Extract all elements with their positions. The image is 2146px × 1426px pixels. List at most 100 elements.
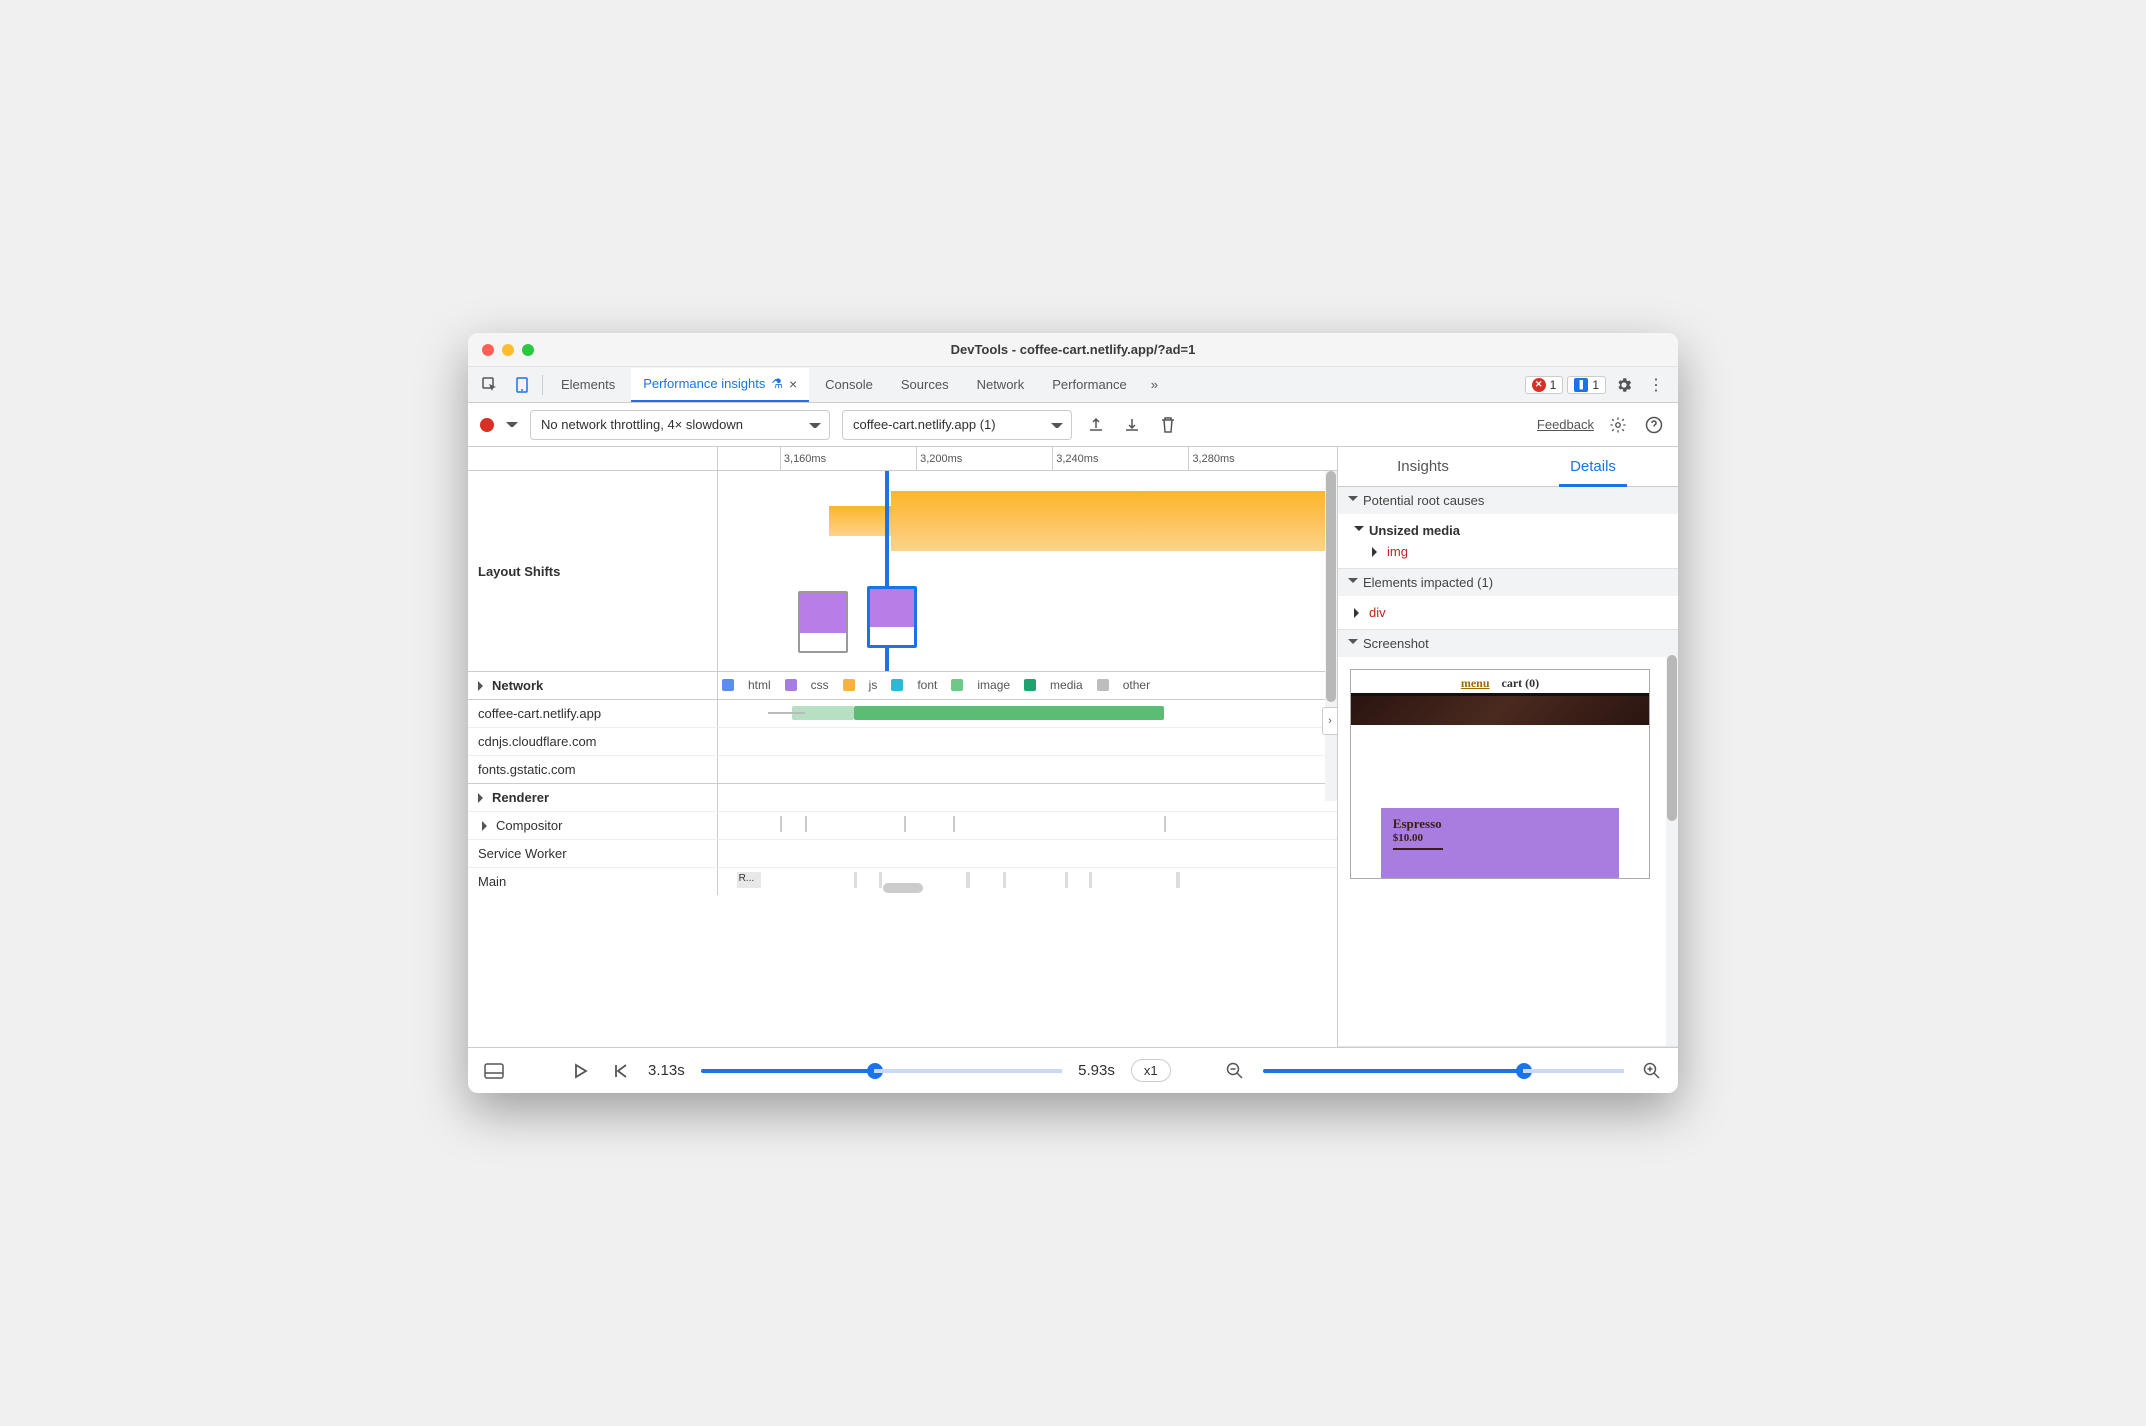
service-worker-row[interactable]: Service Worker — [468, 840, 718, 867]
root-causes-header[interactable]: Potential root causes — [1338, 487, 1678, 514]
network-section-header[interactable]: Network — [468, 672, 718, 699]
legend-track: html css js font image media other — [718, 672, 1337, 699]
img-node[interactable]: img — [1354, 541, 1662, 562]
task-bar[interactable] — [829, 506, 891, 536]
tab-console[interactable]: Console — [813, 368, 885, 402]
separator — [542, 375, 543, 395]
task-bar[interactable] — [891, 491, 1337, 551]
details-scrollbar[interactable] — [1666, 630, 1678, 1046]
throttle-select[interactable]: No network throttling, 4× slowdown — [530, 410, 830, 440]
renderer-track[interactable] — [718, 784, 1337, 811]
tab-performance[interactable]: Performance — [1040, 368, 1138, 402]
timeline-panel: 3,160ms 3,200ms 3,240ms 3,280ms Layout S… — [468, 447, 1338, 1047]
legend-swatch — [891, 679, 903, 691]
toggle-screenshot-icon[interactable] — [482, 1059, 506, 1083]
error-icon: ✕ — [1532, 378, 1546, 392]
feedback-link[interactable]: Feedback — [1537, 417, 1594, 432]
shot-menu: menu — [1461, 676, 1490, 690]
ruler-tick: 3,240ms — [1052, 447, 1098, 470]
compositor-row[interactable]: Compositor — [468, 812, 718, 839]
time-end: 5.93s — [1078, 1062, 1115, 1079]
issues-icon: ❚ — [1574, 378, 1588, 392]
zoom-slider[interactable] — [1263, 1069, 1624, 1073]
more-tabs-icon[interactable]: » — [1143, 377, 1166, 392]
tab-sources[interactable]: Sources — [889, 368, 961, 402]
record-button[interactable] — [480, 418, 494, 432]
kebab-menu-icon[interactable]: ⋮ — [1642, 371, 1670, 399]
flask-icon: ⚗ — [771, 376, 783, 392]
horizontal-scrollbar[interactable] — [883, 883, 923, 893]
window-title: DevTools - coffee-cart.netlify.app/?ad=1 — [468, 342, 1678, 357]
close-tab-icon[interactable]: × — [789, 376, 797, 392]
legend-swatch — [722, 679, 734, 691]
issues-badge[interactable]: ❚ 1 — [1567, 376, 1606, 394]
compositor-track[interactable] — [718, 812, 1337, 839]
elements-impacted-header[interactable]: Elements impacted (1) — [1338, 569, 1678, 596]
shot-banner — [1351, 693, 1649, 725]
legend-swatch — [785, 679, 797, 691]
legend-swatch — [843, 679, 855, 691]
legend-swatch — [1097, 679, 1109, 691]
unsized-media-node[interactable]: Unsized media — [1354, 520, 1662, 541]
errors-badge[interactable]: ✕ 1 — [1525, 376, 1564, 394]
toggle-device-icon[interactable] — [508, 371, 536, 399]
legend-swatch — [951, 679, 963, 691]
layout-shifts-label: Layout Shifts — [468, 471, 718, 671]
main-row[interactable]: Main — [468, 868, 718, 895]
layout-shift-thumb[interactable] — [798, 591, 848, 653]
div-node[interactable]: div — [1354, 602, 1662, 623]
tab-details[interactable]: Details — [1508, 447, 1678, 486]
settings-gear-icon[interactable] — [1606, 413, 1630, 437]
main-task[interactable]: R... — [737, 872, 761, 888]
network-host[interactable]: coffee-cart.netlify.app — [468, 700, 718, 727]
layout-shift-thumb-selected[interactable] — [867, 586, 917, 648]
panel-tabs: Elements Performance insights ⚗ × Consol… — [468, 367, 1678, 403]
network-bar[interactable] — [854, 706, 1164, 720]
devtools-window: DevTools - coffee-cart.netlify.app/?ad=1… — [468, 333, 1678, 1093]
network-track[interactable] — [718, 728, 1337, 755]
settings-icon[interactable] — [1610, 371, 1638, 399]
content-area: 3,160ms 3,200ms 3,240ms 3,280ms Layout S… — [468, 447, 1678, 1047]
titlebar: DevTools - coffee-cart.netlify.app/?ad=1 — [468, 333, 1678, 367]
export-icon[interactable] — [1084, 413, 1108, 437]
vertical-scrollbar[interactable] — [1325, 471, 1337, 801]
time-ruler: 3,160ms 3,200ms 3,240ms 3,280ms — [468, 447, 1337, 471]
playback-footer: 3.13s 5.93s x1 — [468, 1047, 1678, 1093]
network-track[interactable] — [718, 756, 1337, 783]
recording-select[interactable]: coffee-cart.netlify.app (1) — [842, 410, 1072, 440]
details-panel: Insights Details Potential root causes U… — [1338, 447, 1678, 1047]
shot-card: Espresso $10.00 — [1381, 808, 1619, 878]
network-host[interactable]: fonts.gstatic.com — [468, 756, 718, 783]
ruler-tick: 3,200ms — [916, 447, 962, 470]
main-track[interactable]: R... — [718, 868, 1337, 895]
speed-pill[interactable]: x1 — [1131, 1059, 1171, 1082]
screenshot-header[interactable]: Screenshot — [1338, 630, 1678, 657]
network-track[interactable] — [718, 700, 1337, 727]
sw-track[interactable] — [718, 840, 1337, 867]
layout-shifts-track[interactable] — [718, 471, 1337, 671]
play-icon[interactable] — [568, 1059, 592, 1083]
zoom-out-icon[interactable] — [1223, 1059, 1247, 1083]
rewind-icon[interactable] — [608, 1059, 632, 1083]
tab-network[interactable]: Network — [965, 368, 1037, 402]
collapse-sidebar-button[interactable]: › — [1322, 707, 1338, 735]
shot-cart: cart (0) — [1502, 676, 1540, 690]
inspect-element-icon[interactable] — [476, 371, 504, 399]
ruler-tick: 3,160ms — [780, 447, 826, 470]
help-icon[interactable] — [1642, 413, 1666, 437]
tab-elements[interactable]: Elements — [549, 368, 627, 402]
record-menu-dropdown[interactable] — [506, 419, 518, 431]
insights-toolbar: No network throttling, 4× slowdown coffe… — [468, 403, 1678, 447]
tab-insights[interactable]: Insights — [1338, 447, 1508, 486]
delete-icon[interactable] — [1156, 413, 1180, 437]
network-wait-line — [768, 712, 805, 714]
legend-swatch — [1024, 679, 1036, 691]
renderer-section-header[interactable]: Renderer — [468, 784, 718, 811]
network-host[interactable]: cdnjs.cloudflare.com — [468, 728, 718, 755]
import-icon[interactable] — [1120, 413, 1144, 437]
tab-performance-insights[interactable]: Performance insights ⚗ × — [631, 368, 809, 402]
time-slider[interactable] — [701, 1069, 1062, 1073]
screenshot-preview: menu cart (0) Espresso $10.00 — [1350, 669, 1650, 879]
zoom-in-icon[interactable] — [1640, 1059, 1664, 1083]
details-tabs: Insights Details — [1338, 447, 1678, 487]
